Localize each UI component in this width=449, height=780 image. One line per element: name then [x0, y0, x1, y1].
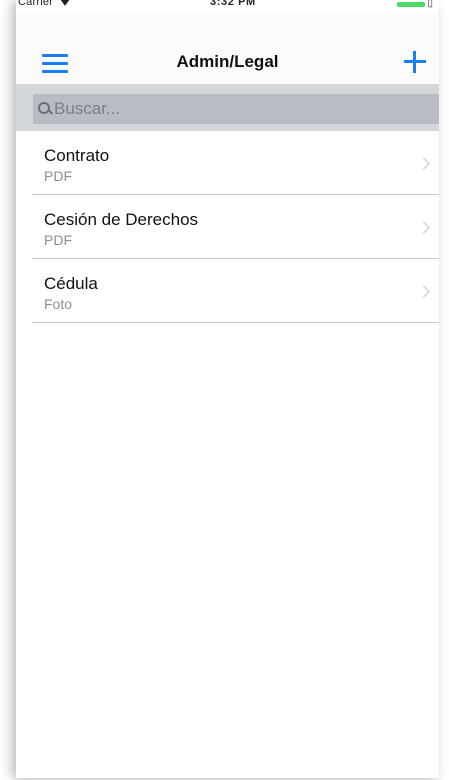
add-button[interactable]	[403, 50, 427, 74]
search-field[interactable]	[33, 94, 439, 124]
carrier-indicator: Carrier	[18, 0, 71, 8]
search-bar	[16, 85, 439, 131]
document-list: Contrato PDF Cesión de Derechos PDF Cédu…	[32, 131, 439, 323]
navigation-bar: Admin/Legal	[16, 14, 439, 85]
status-bar: Carrier 3:32 PM ▯	[16, 0, 439, 14]
search-input[interactable]	[52, 99, 436, 119]
chevron-right-icon	[417, 221, 430, 234]
list-item[interactable]: Cédula Foto	[32, 259, 439, 323]
item-subtitle: Foto	[44, 296, 73, 312]
page: Carrier 3:32 PM ▯ Admin/Legal Buscar... …	[0, 0, 449, 780]
battery-level	[397, 1, 426, 7]
item-title: Cédula	[44, 274, 98, 293]
carrier-label: Carrier	[18, 0, 54, 8]
item-title: Cesión de Derechos	[44, 210, 199, 229]
list-item[interactable]: Cesión de Derechos PDF	[32, 195, 439, 259]
search-icon	[38, 102, 52, 116]
page-title: Admin/Legal	[176, 52, 279, 71]
wifi-icon	[59, 0, 71, 7]
chevron-right-icon	[417, 285, 430, 298]
battery-icon: ▯	[397, 0, 433, 9]
status-time: 3:32 PM	[210, 0, 256, 8]
battery-tip: ▯	[427, 0, 433, 9]
item-subtitle: PDF	[44, 168, 72, 184]
chevron-right-icon	[417, 157, 430, 170]
app-frame: Carrier 3:32 PM ▯ Admin/Legal Buscar... …	[16, 0, 439, 778]
item-subtitle: PDF	[44, 232, 72, 248]
list-item[interactable]: Contrato PDF	[32, 131, 439, 195]
item-title: Contrato	[44, 146, 110, 165]
plus-icon	[413, 51, 416, 73]
